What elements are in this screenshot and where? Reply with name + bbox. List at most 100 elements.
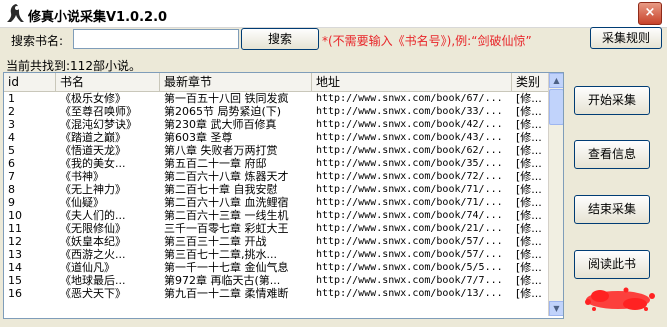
cell-category: [修... — [516, 183, 542, 196]
table-row[interactable]: 8 《无上神力》 第二百七十章 自我安慰 http://www.snwx.com/bo… — [4, 183, 548, 196]
table-row[interactable]: 5 《悟道天龙》 第八章 失败者万两打赏 http://www.snwx.com/bo… — [4, 144, 548, 157]
search-input[interactable] — [73, 29, 239, 49]
cell-id: 8 — [8, 183, 15, 196]
cell-title: 《无限修仙》 — [60, 222, 126, 235]
cell-id: 15 — [8, 274, 22, 287]
cell-category: [修... — [516, 261, 542, 274]
cell-category: [修... — [516, 274, 542, 287]
column-header-latest-chapter[interactable]: 最新章节 — [160, 73, 312, 91]
cell-latest-chapter: 第二百六十八章 血洗鲤宿 — [164, 196, 289, 209]
scroll-up-icon[interactable]: ▲ — [549, 73, 563, 88]
cell-latest-chapter: 第二百六十三章 一线生机 — [164, 209, 289, 222]
table-row[interactable]: 11 《无限修仙》 三千一百零七章 彩虹大王 http://www.snwx.com/… — [4, 222, 548, 235]
cell-category: [修... — [516, 92, 542, 105]
table-row[interactable]: 10 《夫人们的... 第二百六十三章 一线生机 http://www.snwx.co… — [4, 209, 548, 222]
cell-id: 2 — [8, 105, 15, 118]
vertical-scrollbar[interactable]: ▲ ▼ — [548, 73, 563, 316]
cell-url: http://www.snwx.com/book/13/... — [316, 288, 503, 299]
cell-url: http://www.snwx.com/book/42/... — [316, 119, 503, 130]
view-info-button[interactable]: 查看信息 — [574, 140, 650, 169]
app-window: 修真小说采集V1.0.2.0 × 搜索书名: 搜索 *(不需要输入《书名号》),… — [0, 0, 667, 327]
cell-latest-chapter: 第五百二十一章 府邸 — [164, 157, 267, 170]
table-row[interactable]: 4 《踏道之巅》 第603章 圣尊 http://www.snwx.com/book/… — [4, 131, 548, 144]
column-header-url[interactable]: 地址 — [312, 73, 512, 91]
close-button[interactable]: × — [638, 2, 662, 25]
cell-title: 《我的美女... — [60, 157, 126, 170]
cell-title: 《西游之火... — [60, 248, 126, 261]
search-button[interactable]: 搜索 — [241, 28, 319, 50]
cell-latest-chapter: 第九百一十二章 柔情难断 — [164, 287, 289, 300]
list-header: id 书名 最新章节 地址 类别 — [4, 73, 553, 92]
table-row[interactable]: 12 《妖皇本纪》 第三百三十二章 开战 http://www.snwx.com/bo… — [4, 235, 548, 248]
scroll-down-icon[interactable]: ▼ — [549, 301, 563, 316]
cell-category: [修... — [516, 235, 542, 248]
cell-latest-chapter: 第603章 圣尊 — [164, 131, 233, 144]
cell-url: http://www.snwx.com/book/74/... — [316, 210, 503, 221]
cell-url: http://www.snwx.com/book/71/... — [316, 197, 503, 208]
scroll-thumb[interactable] — [549, 89, 563, 125]
cell-url: http://www.snwx.com/book/43/... — [316, 132, 503, 143]
cell-title: 《恶犬天下》 — [60, 287, 126, 300]
red-stamp-decoration — [585, 287, 655, 311]
cell-id: 14 — [8, 261, 22, 274]
table-row[interactable]: 16 《恶犬天下》 第九百一十二章 柔情难断 http://www.snwx.com/… — [4, 287, 548, 300]
cell-latest-chapter: 第972章 再临天古(第... — [164, 274, 281, 287]
cell-id: 11 — [8, 222, 22, 235]
table-row[interactable]: 3 《混沌幻梦诀》 第230章 武大师百修真 http://www.snwx.com/… — [4, 118, 548, 131]
cell-id: 5 — [8, 144, 15, 157]
novel-list[interactable]: id 书名 最新章节 地址 类别 1 《极乐女修》 第一百五十八回 铁同发疯 http… — [3, 72, 564, 319]
table-row[interactable]: 9 《仙疑》 第二百六十八章 血洗鲤宿 http://www.snwx.com/boo… — [4, 196, 548, 209]
cell-category: [修... — [516, 196, 542, 209]
app-logo-icon — [7, 4, 24, 22]
cell-title: 《地球最后... — [60, 274, 126, 287]
table-row[interactable]: 2 《至尊召唤师》 第2065节 局势紧迫(下) http://www.snwx.co… — [4, 105, 548, 118]
cell-category: [修... — [516, 170, 542, 183]
cell-title: 《无上神力》 — [60, 183, 126, 196]
column-header-id[interactable]: id — [4, 73, 56, 91]
cell-id: 9 — [8, 196, 15, 209]
cell-title: 《书神》 — [60, 170, 104, 183]
table-row[interactable]: 6 《我的美女... 第五百二十一章 府邸 http://www.snwx.com/b… — [4, 157, 548, 170]
cell-latest-chapter: 第二百七十章 自我安慰 — [164, 183, 278, 196]
read-book-button[interactable]: 阅读此书 — [574, 250, 650, 279]
cell-category: [修... — [516, 131, 542, 144]
cell-latest-chapter: 第一千一十七章 金仙气息 — [164, 261, 289, 274]
cell-title: 《极乐女修》 — [60, 92, 126, 105]
window-title: 修真小说采集V1.0.2.0 — [28, 10, 168, 25]
cell-url: http://www.snwx.com/book/62/... — [316, 145, 503, 156]
table-row[interactable]: 14 《道仙凡》 第一千一十七章 金仙气息 http://www.snwx.com/b… — [4, 261, 548, 274]
cell-url: http://www.snwx.com/book/67/... — [316, 93, 503, 104]
table-row[interactable]: 15 《地球最后... 第972章 再临天古(第... http://www.snwx… — [4, 274, 548, 287]
cell-latest-chapter: 第八章 失败者万两打赏 — [164, 144, 278, 157]
cell-latest-chapter: 第三百七十二章,挑水... — [164, 248, 277, 261]
cell-category: [修... — [516, 105, 542, 118]
cell-id: 6 — [8, 157, 15, 170]
cell-latest-chapter: 第230章 武大师百修真 — [164, 118, 277, 131]
list-rows: 1 《极乐女修》 第一百五十八回 铁同发疯 http://www.snwx.com/b… — [4, 92, 548, 300]
cell-url: http://www.snwx.com/book/7/7... — [316, 275, 503, 286]
title-bar[interactable]: 修真小说采集V1.0.2.0 × — [0, 0, 667, 28]
cell-url: http://www.snwx.com/book/21/... — [316, 223, 503, 234]
cell-title: 《踏道之巅》 — [60, 131, 126, 144]
cell-category: [修... — [516, 222, 542, 235]
stop-collect-button[interactable]: 结束采集 — [574, 195, 650, 224]
table-row[interactable]: 1 《极乐女修》 第一百五十八回 铁同发疯 http://www.snwx.com/b… — [4, 92, 548, 105]
start-collect-button[interactable]: 开始采集 — [574, 86, 650, 115]
cell-url: http://www.snwx.com/book/57/... — [316, 236, 503, 247]
column-header-title[interactable]: 书名 — [56, 73, 160, 91]
cell-title: 《悟道天龙》 — [60, 144, 126, 157]
cell-latest-chapter: 第三百三十二章 开战 — [164, 235, 267, 248]
column-header-category[interactable]: 类别 — [512, 73, 553, 91]
cell-id: 10 — [8, 209, 22, 222]
table-row[interactable]: 7 《书神》 第二百六十八章 炼器天才 http://www.snwx.com/boo… — [4, 170, 548, 183]
cell-title: 《仙疑》 — [60, 196, 104, 209]
cell-id: 1 — [8, 92, 15, 105]
cell-latest-chapter: 三千一百零七章 彩虹大王 — [164, 222, 289, 235]
cell-url: http://www.snwx.com/book/57/... — [316, 249, 503, 260]
cell-category: [修... — [516, 287, 542, 300]
search-hint: *(不需要输入《书名号》),例:“剑破仙惊” — [322, 34, 532, 48]
cell-url: http://www.snwx.com/book/72/... — [316, 171, 503, 182]
cell-id: 12 — [8, 235, 22, 248]
table-row[interactable]: 13 《西游之火... 第三百七十二章,挑水... http://www.snwx.c… — [4, 248, 548, 261]
collect-rules-button[interactable]: 采集规则 — [590, 27, 662, 49]
